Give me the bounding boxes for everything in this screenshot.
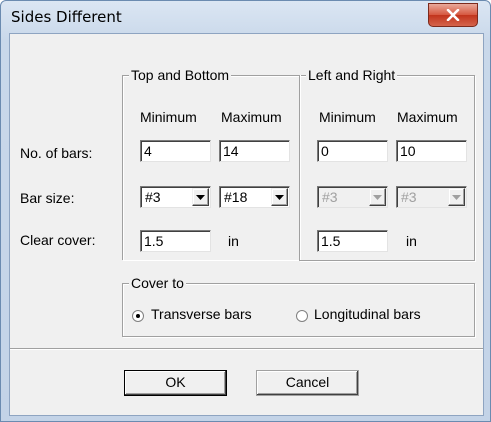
button-separator	[10, 348, 483, 350]
dialog-client: Top and Bottom Left and Right Minimum Ma…	[9, 33, 484, 416]
dialog-window: Sides Different Top and Bottom Left and …	[0, 0, 491, 422]
no-of-bars-label: No. of bars:	[20, 145, 93, 161]
lr-maximum-header: Maximum	[397, 109, 458, 125]
transverse-bars-label[interactable]: Transverse bars	[151, 306, 252, 322]
tb-min-bars-input[interactable]: 4	[140, 140, 211, 162]
tb-max-size-value: #18	[224, 189, 248, 205]
tb-clear-cover-input[interactable]: 1.5	[140, 230, 211, 252]
ok-button[interactable]: OK	[124, 370, 227, 396]
lr-min-size-select: #3	[317, 186, 388, 208]
tb-max-bars-input[interactable]: 14	[219, 140, 290, 162]
close-icon	[446, 9, 460, 21]
transverse-bars-radio[interactable]	[132, 310, 144, 322]
lr-minimum-header: Minimum	[319, 109, 376, 125]
lr-min-bars-input[interactable]: 0	[317, 140, 388, 162]
bar-size-label: Bar size:	[20, 190, 75, 206]
chevron-down-icon	[452, 194, 461, 200]
tb-min-size-dropdown[interactable]	[192, 188, 209, 206]
lr-max-size-select: #3	[396, 186, 467, 208]
group-left-right-label: Left and Right	[306, 67, 398, 83]
group-divider	[299, 75, 301, 260]
tb-minimum-header: Minimum	[140, 109, 197, 125]
clear-cover-label: Clear cover:	[20, 232, 96, 248]
cancel-button[interactable]: Cancel	[256, 370, 359, 396]
lr-clear-cover-unit: in	[406, 233, 417, 249]
tb-min-size-select[interactable]: #3	[140, 186, 211, 208]
lr-min-size-value: #3	[322, 189, 338, 205]
lr-clear-cover-input[interactable]: 1.5	[317, 230, 388, 252]
longitudinal-bars-radio[interactable]	[296, 310, 308, 322]
lr-min-size-dropdown	[369, 188, 386, 206]
chevron-down-icon	[275, 194, 284, 200]
lr-max-size-dropdown	[448, 188, 465, 206]
tb-min-size-value: #3	[145, 189, 161, 205]
longitudinal-bars-label[interactable]: Longitudinal bars	[314, 306, 421, 322]
lr-max-bars-input[interactable]: 10	[396, 140, 467, 162]
group-top-bottom-label: Top and Bottom	[129, 67, 232, 83]
tb-max-size-dropdown[interactable]	[271, 188, 288, 206]
tb-maximum-header: Maximum	[221, 109, 282, 125]
lr-max-size-value: #3	[401, 189, 417, 205]
close-button[interactable]	[428, 3, 478, 27]
chevron-down-icon	[196, 194, 205, 200]
window-title: Sides Different	[11, 8, 122, 26]
tb-max-size-select[interactable]: #18	[219, 186, 290, 208]
chevron-down-icon	[373, 194, 382, 200]
group-cover-to-label: Cover to	[129, 275, 186, 291]
tb-clear-cover-unit: in	[228, 233, 239, 249]
